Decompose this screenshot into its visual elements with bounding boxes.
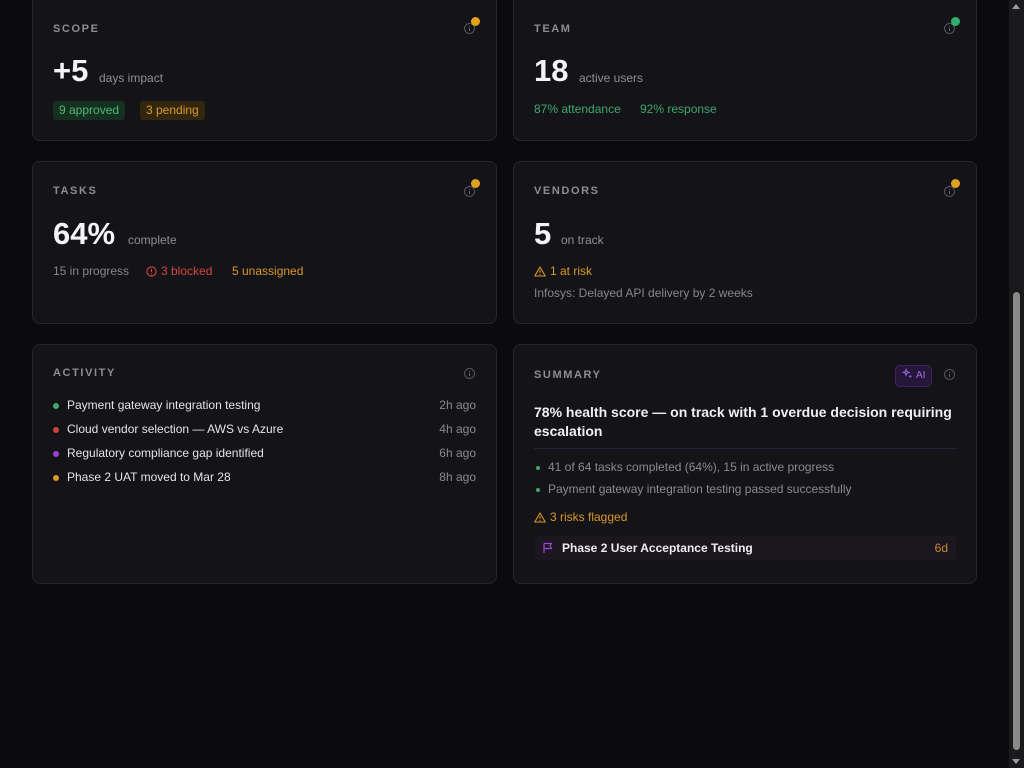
scroll-down-arrow-icon[interactable] xyxy=(1012,759,1020,764)
list-item[interactable]: Cloud vendor selection — AWS vs Azure 4h… xyxy=(53,421,476,439)
vendors-value: 5 xyxy=(534,216,552,251)
bullet-text: Payment gateway integration testing pass… xyxy=(548,482,852,496)
status-dot xyxy=(53,451,59,457)
alert-circle-icon xyxy=(146,266,157,277)
milestone-days: 6d xyxy=(934,541,948,555)
activity-text: Cloud vendor selection — AWS vs Azure xyxy=(67,422,284,436)
pending-badge: 3 pending xyxy=(140,101,205,120)
tasks-status-dot xyxy=(471,179,480,188)
dashboard-viewport: SCOPE +5 days impact 9 approved 3 pendin… xyxy=(0,0,1009,768)
blocked-label: 3 blocked xyxy=(161,264,213,278)
scope-unit: days impact xyxy=(99,71,164,85)
at-risk-metric: 1 at risk xyxy=(534,264,592,278)
scope-value: +5 xyxy=(53,53,89,88)
status-dot xyxy=(53,427,59,433)
summary-label: SUMMARY xyxy=(534,369,602,381)
team-label: TEAM xyxy=(534,23,572,35)
sparkles-icon xyxy=(901,367,913,379)
scope-card[interactable]: SCOPE +5 days impact 9 approved 3 pendin… xyxy=(32,0,497,141)
activity-text: Payment gateway integration testing xyxy=(67,398,261,412)
milestone-row[interactable]: Phase 2 User Acceptance Testing 6d xyxy=(534,536,956,560)
bullet-dot xyxy=(536,488,540,492)
attendance-metric: 87% attendance xyxy=(534,102,621,116)
activity-label: ACTIVITY xyxy=(53,367,116,379)
activity-time: 6h ago xyxy=(439,446,476,460)
vertical-scrollbar[interactable] xyxy=(1009,0,1024,768)
warning-triangle-icon xyxy=(534,266,546,277)
unassigned-metric: 5 unassigned xyxy=(232,264,304,278)
milestone-name: Phase 2 User Acceptance Testing xyxy=(562,541,753,555)
status-dot xyxy=(53,475,59,481)
vendors-label: VENDORS xyxy=(534,185,600,197)
list-item[interactable]: Payment gateway integration testing 2h a… xyxy=(53,397,476,415)
team-status-dot xyxy=(951,17,960,26)
ai-badge-label: AI xyxy=(916,370,926,381)
activity-text: Phase 2 UAT moved to Mar 28 xyxy=(67,470,231,484)
info-icon[interactable] xyxy=(944,369,955,380)
activity-text: Regulatory compliance gap identified xyxy=(67,446,264,460)
team-card[interactable]: TEAM 18 active users 87% attendance 92% … xyxy=(513,0,977,141)
activity-card[interactable]: ACTIVITY Payment gateway integration tes… xyxy=(32,344,497,584)
list-item[interactable]: Phase 2 UAT moved to Mar 28 8h ago xyxy=(53,469,476,487)
activity-time: 2h ago xyxy=(439,398,476,412)
team-unit: active users xyxy=(579,71,644,85)
vendor-note: Infosys: Delayed API delivery by 2 weeks xyxy=(534,286,753,300)
in-progress-metric: 15 in progress xyxy=(53,264,130,278)
tasks-unit: complete xyxy=(128,233,177,247)
tasks-value: 64% xyxy=(53,216,116,251)
tasks-card[interactable]: TASKS 64% complete 15 in progress 3 bloc… xyxy=(32,161,497,324)
at-risk-label: 1 at risk xyxy=(550,264,593,278)
risks-label: 3 risks flagged xyxy=(550,510,628,524)
activity-time: 8h ago xyxy=(439,470,476,484)
vendors-status-dot xyxy=(951,179,960,188)
summary-card[interactable]: SUMMARY AI 78% health score — on track w… xyxy=(513,344,977,584)
activity-time: 4h ago xyxy=(439,422,476,436)
response-metric: 92% response xyxy=(640,102,717,116)
approved-badge: 9 approved xyxy=(53,101,126,120)
vendors-card[interactable]: VENDORS 5 on track 1 at risk Infosys: De… xyxy=(513,161,977,324)
team-value: 18 xyxy=(534,53,569,88)
summary-headline: 78% health score — on track with 1 overd… xyxy=(534,404,952,439)
flag-icon xyxy=(543,542,553,553)
vendors-unit: on track xyxy=(561,233,604,247)
risks-flagged[interactable]: 3 risks flagged xyxy=(534,510,627,524)
divider xyxy=(534,448,956,449)
bullet-text: 41 of 64 tasks completed (64%), 15 in ac… xyxy=(548,460,835,474)
scope-status-dot xyxy=(471,17,480,26)
scrollbar-thumb[interactable] xyxy=(1013,292,1020,750)
ai-badge[interactable]: AI xyxy=(895,365,933,387)
warning-triangle-icon xyxy=(534,512,546,523)
tasks-label: TASKS xyxy=(53,185,98,197)
list-item[interactable]: Regulatory compliance gap identified 6h … xyxy=(53,445,476,463)
status-dot xyxy=(53,403,59,409)
info-icon[interactable] xyxy=(464,368,475,379)
bullet-dot xyxy=(536,466,540,470)
scope-label: SCOPE xyxy=(53,23,100,35)
blocked-metric: 3 blocked xyxy=(146,264,212,278)
scroll-up-arrow-icon[interactable] xyxy=(1012,4,1020,9)
